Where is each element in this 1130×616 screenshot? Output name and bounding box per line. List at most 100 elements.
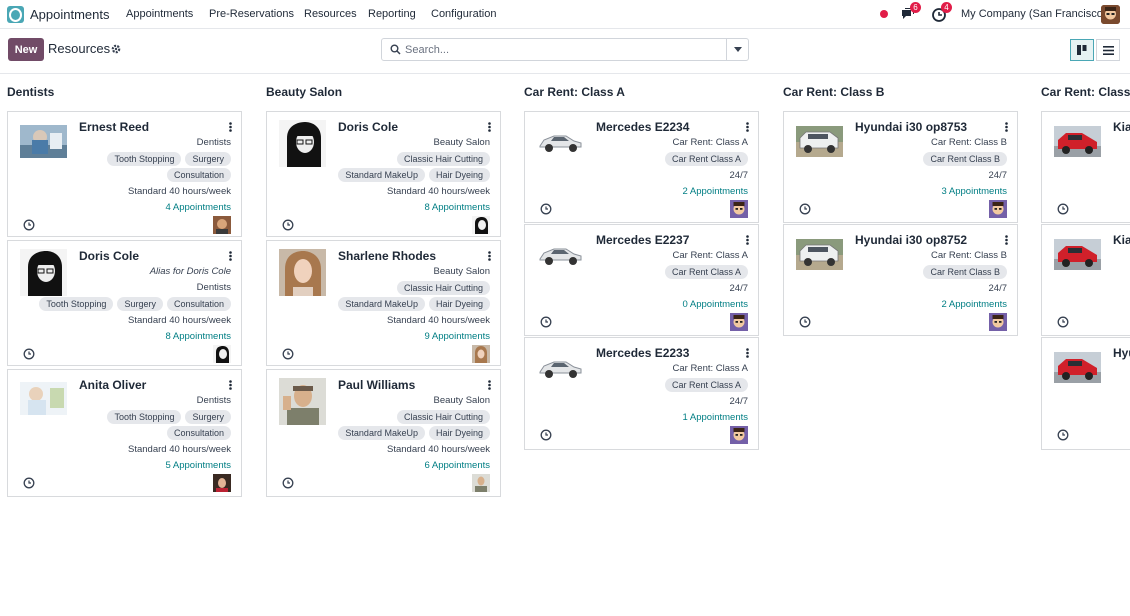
user-avatar	[730, 426, 748, 444]
messages-count-badge: 6	[910, 2, 921, 13]
column-title: Dentists	[7, 85, 55, 99]
tag: Consultation	[166, 426, 231, 440]
activity-clock-icon[interactable]	[1057, 429, 1069, 441]
resource-card[interactable]: Mercedes E2237 Car Rent: Class A Car Ren…	[524, 224, 759, 336]
user-avatar	[213, 345, 231, 363]
more-options-icon[interactable]	[746, 235, 749, 245]
resource-group: Car Rent: Class A	[672, 250, 749, 261]
activity-clock-icon[interactable]	[540, 316, 552, 328]
appointments-link[interactable]: 0 Appointments	[683, 299, 749, 310]
tag: Standard MakeUp	[338, 426, 425, 440]
resource-group: Beauty Salon	[433, 395, 490, 406]
resource-card[interactable]: Kia	[1041, 111, 1130, 223]
activity-clock-icon[interactable]	[282, 348, 294, 360]
kanban-view-button[interactable]	[1070, 39, 1094, 61]
resource-name: Mercedes E2233	[596, 346, 690, 360]
more-options-icon[interactable]	[746, 348, 749, 358]
resource-group: Beauty Salon	[433, 266, 490, 277]
more-options-icon[interactable]	[1005, 235, 1008, 245]
column-title: Car Rent: Class A	[524, 85, 625, 99]
more-options-icon[interactable]	[229, 380, 232, 390]
menu-reporting[interactable]: Reporting	[368, 8, 416, 20]
app-name[interactable]: Appointments	[30, 7, 110, 22]
resource-card[interactable]: Hyu	[1041, 337, 1130, 450]
appointments-link[interactable]: 5 Appointments	[166, 460, 232, 471]
activity-clock-icon[interactable]	[23, 219, 35, 231]
tag-row: Tooth Stopping Surgery	[107, 410, 231, 424]
resource-name: Kia	[1113, 233, 1130, 247]
appointments-link[interactable]: 4 Appointments	[166, 202, 232, 213]
tag: Standard MakeUp	[338, 168, 425, 182]
appointments-link[interactable]: 8 Appointments	[425, 202, 491, 213]
menu-appointments[interactable]: Appointments	[126, 8, 193, 20]
resource-card[interactable]: Doris Cole Alias for Doris Cole Dentists…	[7, 240, 242, 366]
user-avatar	[213, 474, 231, 492]
new-button[interactable]: New	[8, 38, 44, 61]
company-switcher[interactable]: My Company (San Francisco)	[961, 8, 1107, 20]
resource-card[interactable]: Paul Williams Beauty Salon Classic Hair …	[266, 369, 501, 497]
appointments-link[interactable]: 9 Appointments	[425, 331, 491, 342]
appointments-link[interactable]: 3 Appointments	[942, 186, 1008, 197]
activity-clock-icon[interactable]	[799, 203, 811, 215]
resource-name: Mercedes E2234	[596, 120, 690, 134]
user-avatar	[989, 200, 1007, 218]
resource-card[interactable]: Ernest Reed Dentists Tooth Stopping Surg…	[7, 111, 242, 237]
appointments-link[interactable]: 2 Appointments	[683, 186, 749, 197]
tag: Car Rent Class B	[923, 265, 1007, 279]
kanban-column-car-rent-class-a: Car Rent: Class A Mercedes E2234 Car Ren…	[524, 75, 760, 616]
more-options-icon[interactable]	[229, 251, 232, 261]
tag: Tooth Stopping	[39, 297, 114, 311]
resource-photo	[279, 120, 326, 167]
resource-card[interactable]: Anita Oliver Dentists Tooth Stopping Sur…	[7, 369, 242, 497]
tag-row: Classic Hair Cutting	[396, 410, 490, 424]
more-options-icon[interactable]	[1005, 122, 1008, 132]
resource-card[interactable]: Sharlene Rhodes Beauty Salon Classic Hai…	[266, 240, 501, 366]
activity-clock-icon[interactable]	[23, 348, 35, 360]
resource-card[interactable]: Mercedes E2234 Car Rent: Class A Car Ren…	[524, 111, 759, 223]
status-dot-icon[interactable]	[880, 10, 888, 18]
activity-clock-icon[interactable]	[282, 219, 294, 231]
menu-configuration[interactable]: Configuration	[431, 8, 496, 20]
search-icon	[390, 44, 401, 55]
activity-clock-icon[interactable]	[540, 203, 552, 215]
list-view-button[interactable]	[1096, 39, 1120, 61]
more-options-icon[interactable]	[488, 122, 491, 132]
resource-card[interactable]: Hyundai i30 op8753 Car Rent: Class B Car…	[783, 111, 1018, 223]
activities-clock-icon[interactable]: 4	[931, 2, 952, 22]
resource-name: Doris Cole	[79, 249, 140, 263]
resource-group: Dentists	[196, 137, 231, 148]
messages-icon[interactable]: 6	[900, 2, 921, 22]
resource-photo	[20, 249, 67, 296]
activity-clock-icon[interactable]	[23, 477, 35, 489]
resource-group: Dentists	[196, 282, 231, 293]
menu-pre-reservations[interactable]: Pre-Reservations	[209, 8, 294, 20]
resource-card[interactable]: Kia	[1041, 224, 1130, 336]
activity-clock-icon[interactable]	[1057, 316, 1069, 328]
search-options-toggle[interactable]	[726, 39, 748, 60]
resource-card[interactable]: Hyundai i30 op8752 Car Rent: Class B Car…	[783, 224, 1018, 336]
activity-clock-icon[interactable]	[799, 316, 811, 328]
breadcrumb: Resources	[48, 41, 111, 56]
appointments-link[interactable]: 6 Appointments	[425, 460, 491, 471]
working-hours: 24/7	[988, 170, 1008, 181]
search-input[interactable]	[405, 43, 695, 57]
menu-resources[interactable]: Resources	[304, 8, 357, 20]
resource-card[interactable]: Mercedes E2233 Car Rent: Class A Car Ren…	[524, 337, 759, 450]
activity-clock-icon[interactable]	[1057, 203, 1069, 215]
tag-row: Tooth Stopping Surgery Consultation	[39, 297, 231, 311]
appointments-app-icon[interactable]	[7, 6, 24, 23]
caret-down-icon	[733, 47, 742, 52]
appointments-link[interactable]: 8 Appointments	[166, 331, 232, 342]
appointments-link[interactable]: 2 Appointments	[942, 299, 1008, 310]
appointments-link[interactable]: 1 Appointments	[683, 412, 749, 423]
resource-card[interactable]: Doris Cole Beauty Salon Classic Hair Cut…	[266, 111, 501, 237]
more-options-icon[interactable]	[488, 380, 491, 390]
more-options-icon[interactable]	[488, 251, 491, 261]
activity-clock-icon[interactable]	[282, 477, 294, 489]
more-options-icon[interactable]	[746, 122, 749, 132]
user-avatar[interactable]	[1101, 5, 1120, 24]
car-photo	[537, 239, 584, 269]
activity-clock-icon[interactable]	[540, 429, 552, 441]
more-options-icon[interactable]	[229, 122, 232, 132]
gear-icon[interactable]	[111, 44, 121, 54]
